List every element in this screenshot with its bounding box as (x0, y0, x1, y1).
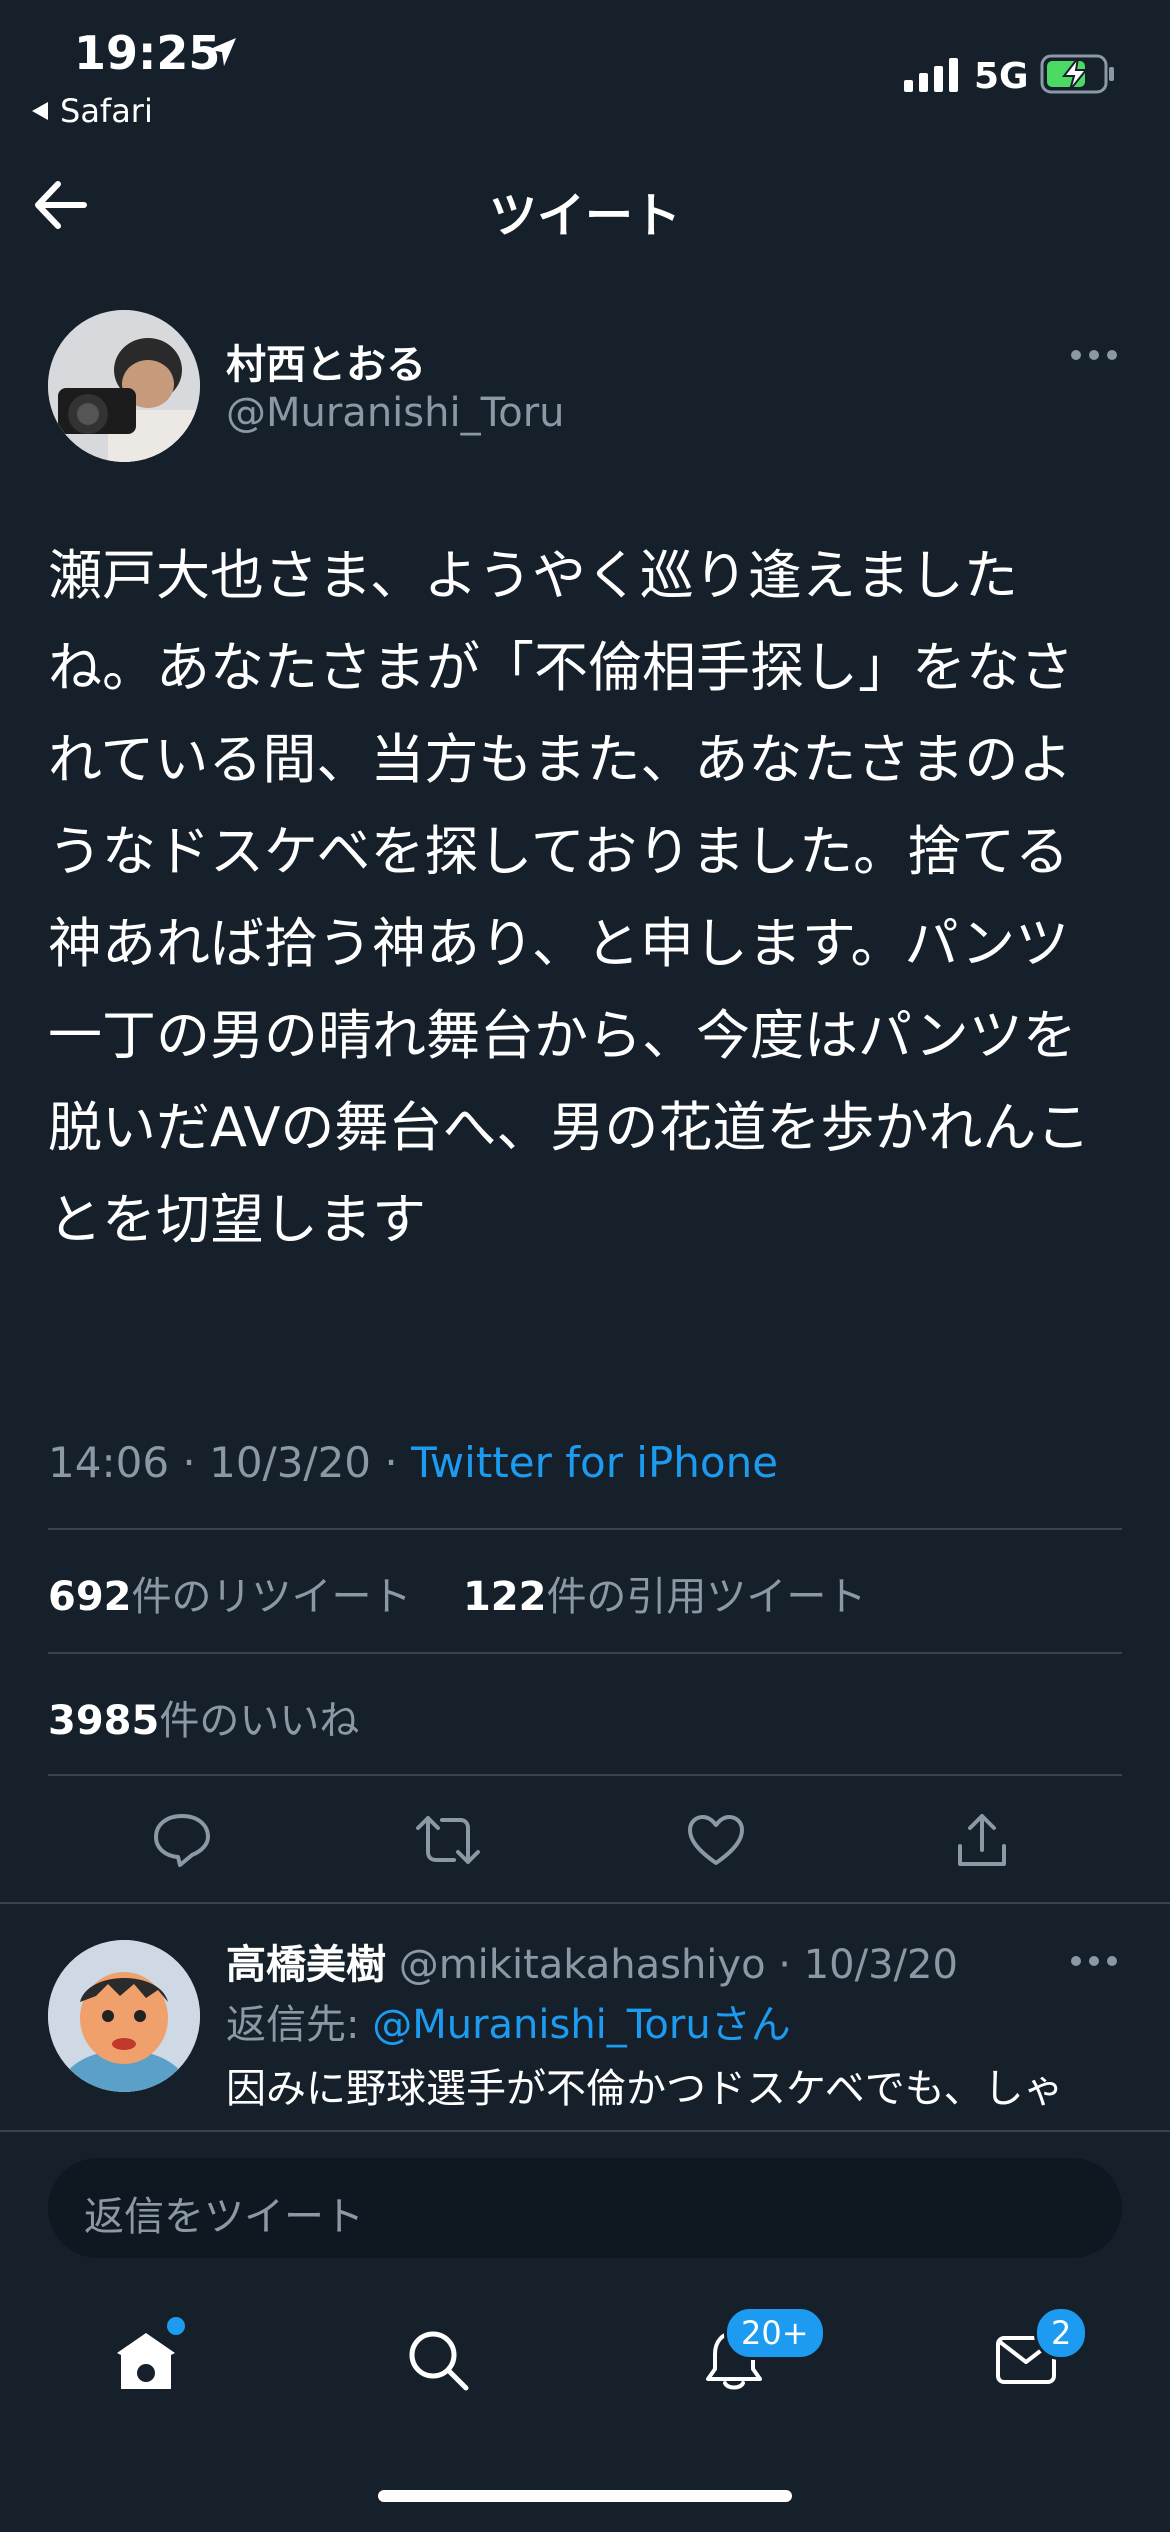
reply-button[interactable] (142, 1800, 222, 1880)
home-unread-dot (167, 2317, 185, 2335)
back-to-app[interactable]: Safari (30, 92, 153, 130)
reply-handle[interactable]: @mikitakahashiyo (399, 1942, 766, 1988)
signal-icon (904, 58, 960, 92)
more-dots-icon[interactable] (1070, 348, 1118, 362)
author-avatar[interactable] (48, 310, 200, 462)
search-icon (406, 2328, 470, 2392)
battery-charging-icon (1040, 54, 1116, 94)
tab-home[interactable] (96, 2310, 196, 2410)
page-title: ツイート (488, 188, 681, 244)
messages-badge: 2 (1034, 2306, 1089, 2360)
replying-to: 返信先: @Muranishi_Toruさん (226, 1992, 791, 2050)
divider (48, 1528, 1122, 1530)
author-display-name[interactable]: 村西とおる (226, 332, 426, 390)
reply-input-placeholder: 返信をツイート (84, 2194, 364, 2240)
replying-prefix: 返信先: (226, 2002, 373, 2048)
retweet-icon (414, 1812, 482, 1868)
notifications-badge: 20+ (724, 2306, 826, 2360)
status-bar: 19:25 Safari 5G (0, 0, 1170, 140)
author-handle[interactable]: @Muranishi_Toru (226, 390, 565, 436)
tweet-text: 瀬戸大也さま、ようやく巡り逢えましたね。あなたさまが「不倫相手探し」をなされてい… (48, 544, 1091, 1251)
reply-text: 因みに野球選手が不倫かつドスケベでも、しゃ (226, 2066, 1064, 2112)
replying-suffix: さん (710, 2002, 791, 2048)
status-time: 19:25 (74, 26, 221, 80)
tab-search[interactable] (388, 2310, 488, 2410)
heart-icon (686, 1813, 746, 1867)
comment-icon (152, 1812, 212, 1868)
replying-to-handle[interactable]: @Muranishi_Toru (372, 2002, 711, 2048)
likes-label: 件のいいね (159, 1698, 360, 1744)
likes-count: 3985 (48, 1698, 160, 1744)
share-button[interactable] (942, 1800, 1022, 1880)
divider (48, 1774, 1122, 1776)
tweet-date: 10/3/20 (209, 1438, 372, 1487)
likes-stat[interactable]: 3985件のいいね (48, 1688, 359, 1746)
tweet-meta: 14:06 · 10/3/20 · Twitter for iPhone (48, 1438, 779, 1487)
home-icon (111, 2317, 185, 2393)
tweet-time: 14:06 (48, 1438, 170, 1487)
retweets-stat[interactable]: 692件のリツイート (48, 1574, 412, 1620)
reply-avatar[interactable] (48, 1940, 200, 2092)
location-arrow-icon (206, 36, 238, 68)
back-triangle-icon (30, 92, 50, 130)
reply-date: 10/3/20 (803, 1942, 958, 1988)
divider (0, 2130, 1170, 2132)
back-app-label: Safari (60, 92, 153, 130)
home-indicator (378, 2490, 792, 2502)
tweet-source[interactable]: Twitter for iPhone (411, 1438, 778, 1487)
share-icon (954, 1810, 1010, 1870)
engagement-counts: 692件のリツイート 122件の引用ツイート (48, 1564, 866, 1622)
quotes-count: 122 (462, 1574, 547, 1620)
reply-tweet[interactable]: 高橋美樹 @mikitakahashiyo · 10/3/20 返信先: @Mu… (0, 1904, 1170, 2130)
network-label: 5G (974, 56, 1029, 97)
reply-header: 高橋美樹 @mikitakahashiyo · 10/3/20 (226, 1942, 958, 1988)
reply-composer[interactable]: 返信をツイート (48, 2158, 1122, 2258)
quotes-stat[interactable]: 122件の引用ツイート (463, 1574, 867, 1620)
reply-more-dots-icon[interactable] (1070, 1954, 1118, 1968)
retweet-button[interactable] (408, 1800, 488, 1880)
reply-display-name[interactable]: 高橋美樹 (226, 1942, 386, 1988)
retweets-label: 件のリツイート (131, 1574, 412, 1620)
quotes-label: 件の引用ツイート (546, 1574, 867, 1620)
like-button[interactable] (676, 1800, 756, 1880)
retweets-count: 692 (48, 1574, 132, 1620)
divider (48, 1652, 1122, 1654)
